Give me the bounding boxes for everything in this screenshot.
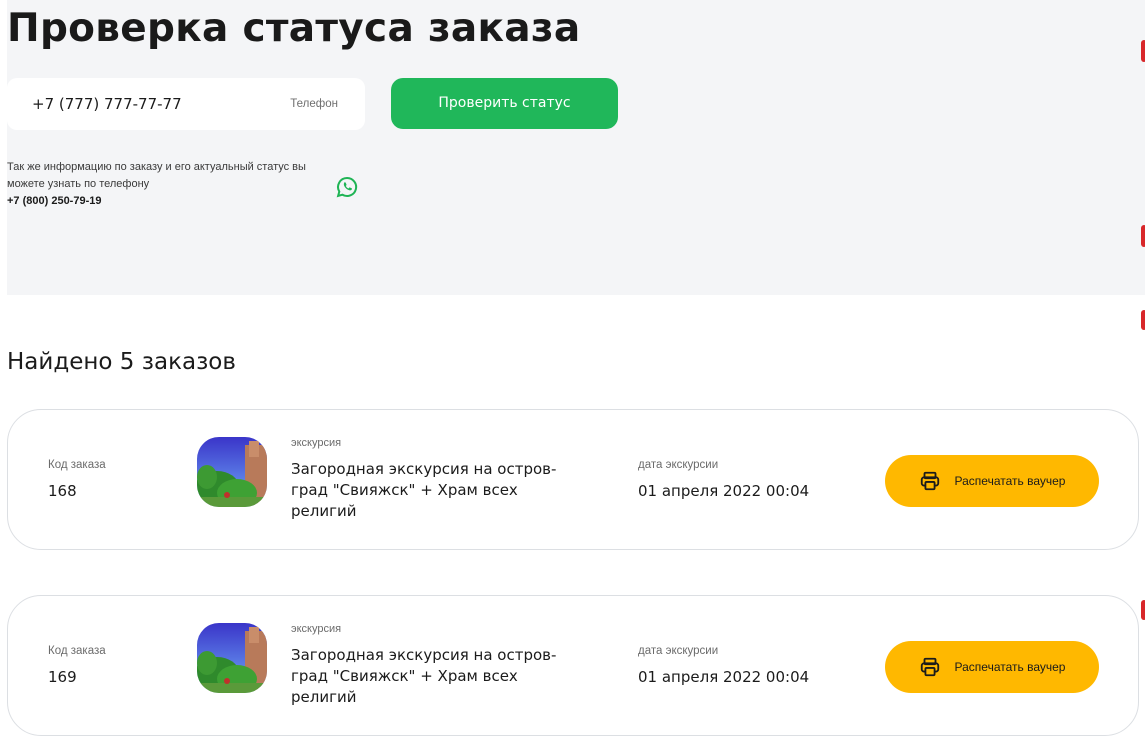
check-status-button[interactable]: Проверить статус bbox=[391, 78, 618, 129]
order-code: 169 bbox=[48, 668, 77, 686]
date-label: дата экскурсии bbox=[638, 459, 719, 471]
excursion-title[interactable]: Загородная экскурсия на остров-град "Сви… bbox=[291, 459, 571, 522]
order-code-label: Код заказа bbox=[48, 459, 106, 471]
page-title: Проверка статуса заказа bbox=[7, 6, 581, 51]
print-voucher-label: Распечатать ваучер bbox=[954, 474, 1066, 488]
order-card: Код заказа 168 экскурсия Загородная экск… bbox=[7, 409, 1139, 550]
excursion-thumbnail-image bbox=[197, 437, 267, 507]
edge-decoration bbox=[1141, 40, 1145, 62]
printer-icon bbox=[920, 657, 939, 677]
info-phone[interactable]: +7 (800) 250-79-19 bbox=[7, 195, 101, 207]
order-code-label: Код заказа bbox=[48, 645, 106, 657]
order-card: Код заказа 169 экскурсия Загородная экск… bbox=[7, 595, 1139, 736]
edge-decoration bbox=[1141, 225, 1145, 247]
excursion-thumbnail bbox=[197, 437, 267, 507]
edge-decoration bbox=[1141, 310, 1145, 330]
info-text-block: Так же информацию по заказу и его актуал… bbox=[7, 159, 317, 210]
info-text: Так же информацию по заказу и его актуал… bbox=[7, 161, 306, 190]
order-type: экскурсия bbox=[291, 623, 342, 635]
phone-input-label: Телефон bbox=[290, 98, 338, 110]
excursion-thumbnail bbox=[197, 623, 267, 693]
excursion-date: 01 апреля 2022 00:04 bbox=[638, 668, 810, 686]
results-title: Найдено 5 заказов bbox=[7, 349, 236, 375]
excursion-title[interactable]: Загородная экскурсия на остров-град "Сви… bbox=[291, 645, 571, 708]
print-voucher-button[interactable]: Распечатать ваучер bbox=[885, 455, 1099, 507]
excursion-thumbnail-image bbox=[197, 623, 267, 693]
printer-icon bbox=[920, 471, 939, 491]
order-code: 168 bbox=[48, 482, 77, 500]
print-voucher-label: Распечатать ваучер bbox=[954, 660, 1066, 674]
order-type: экскурсия bbox=[291, 437, 342, 449]
excursion-date: 01 апреля 2022 00:04 bbox=[638, 482, 810, 500]
phone-input-value[interactable]: +7 (777) 777-77-77 bbox=[32, 78, 182, 130]
phone-input[interactable]: +7 (777) 777-77-77 Телефон bbox=[7, 78, 365, 130]
whatsapp-icon[interactable] bbox=[336, 176, 358, 198]
edge-decoration bbox=[1141, 600, 1145, 620]
print-voucher-button[interactable]: Распечатать ваучер bbox=[885, 641, 1099, 693]
date-label: дата экскурсии bbox=[638, 645, 719, 657]
